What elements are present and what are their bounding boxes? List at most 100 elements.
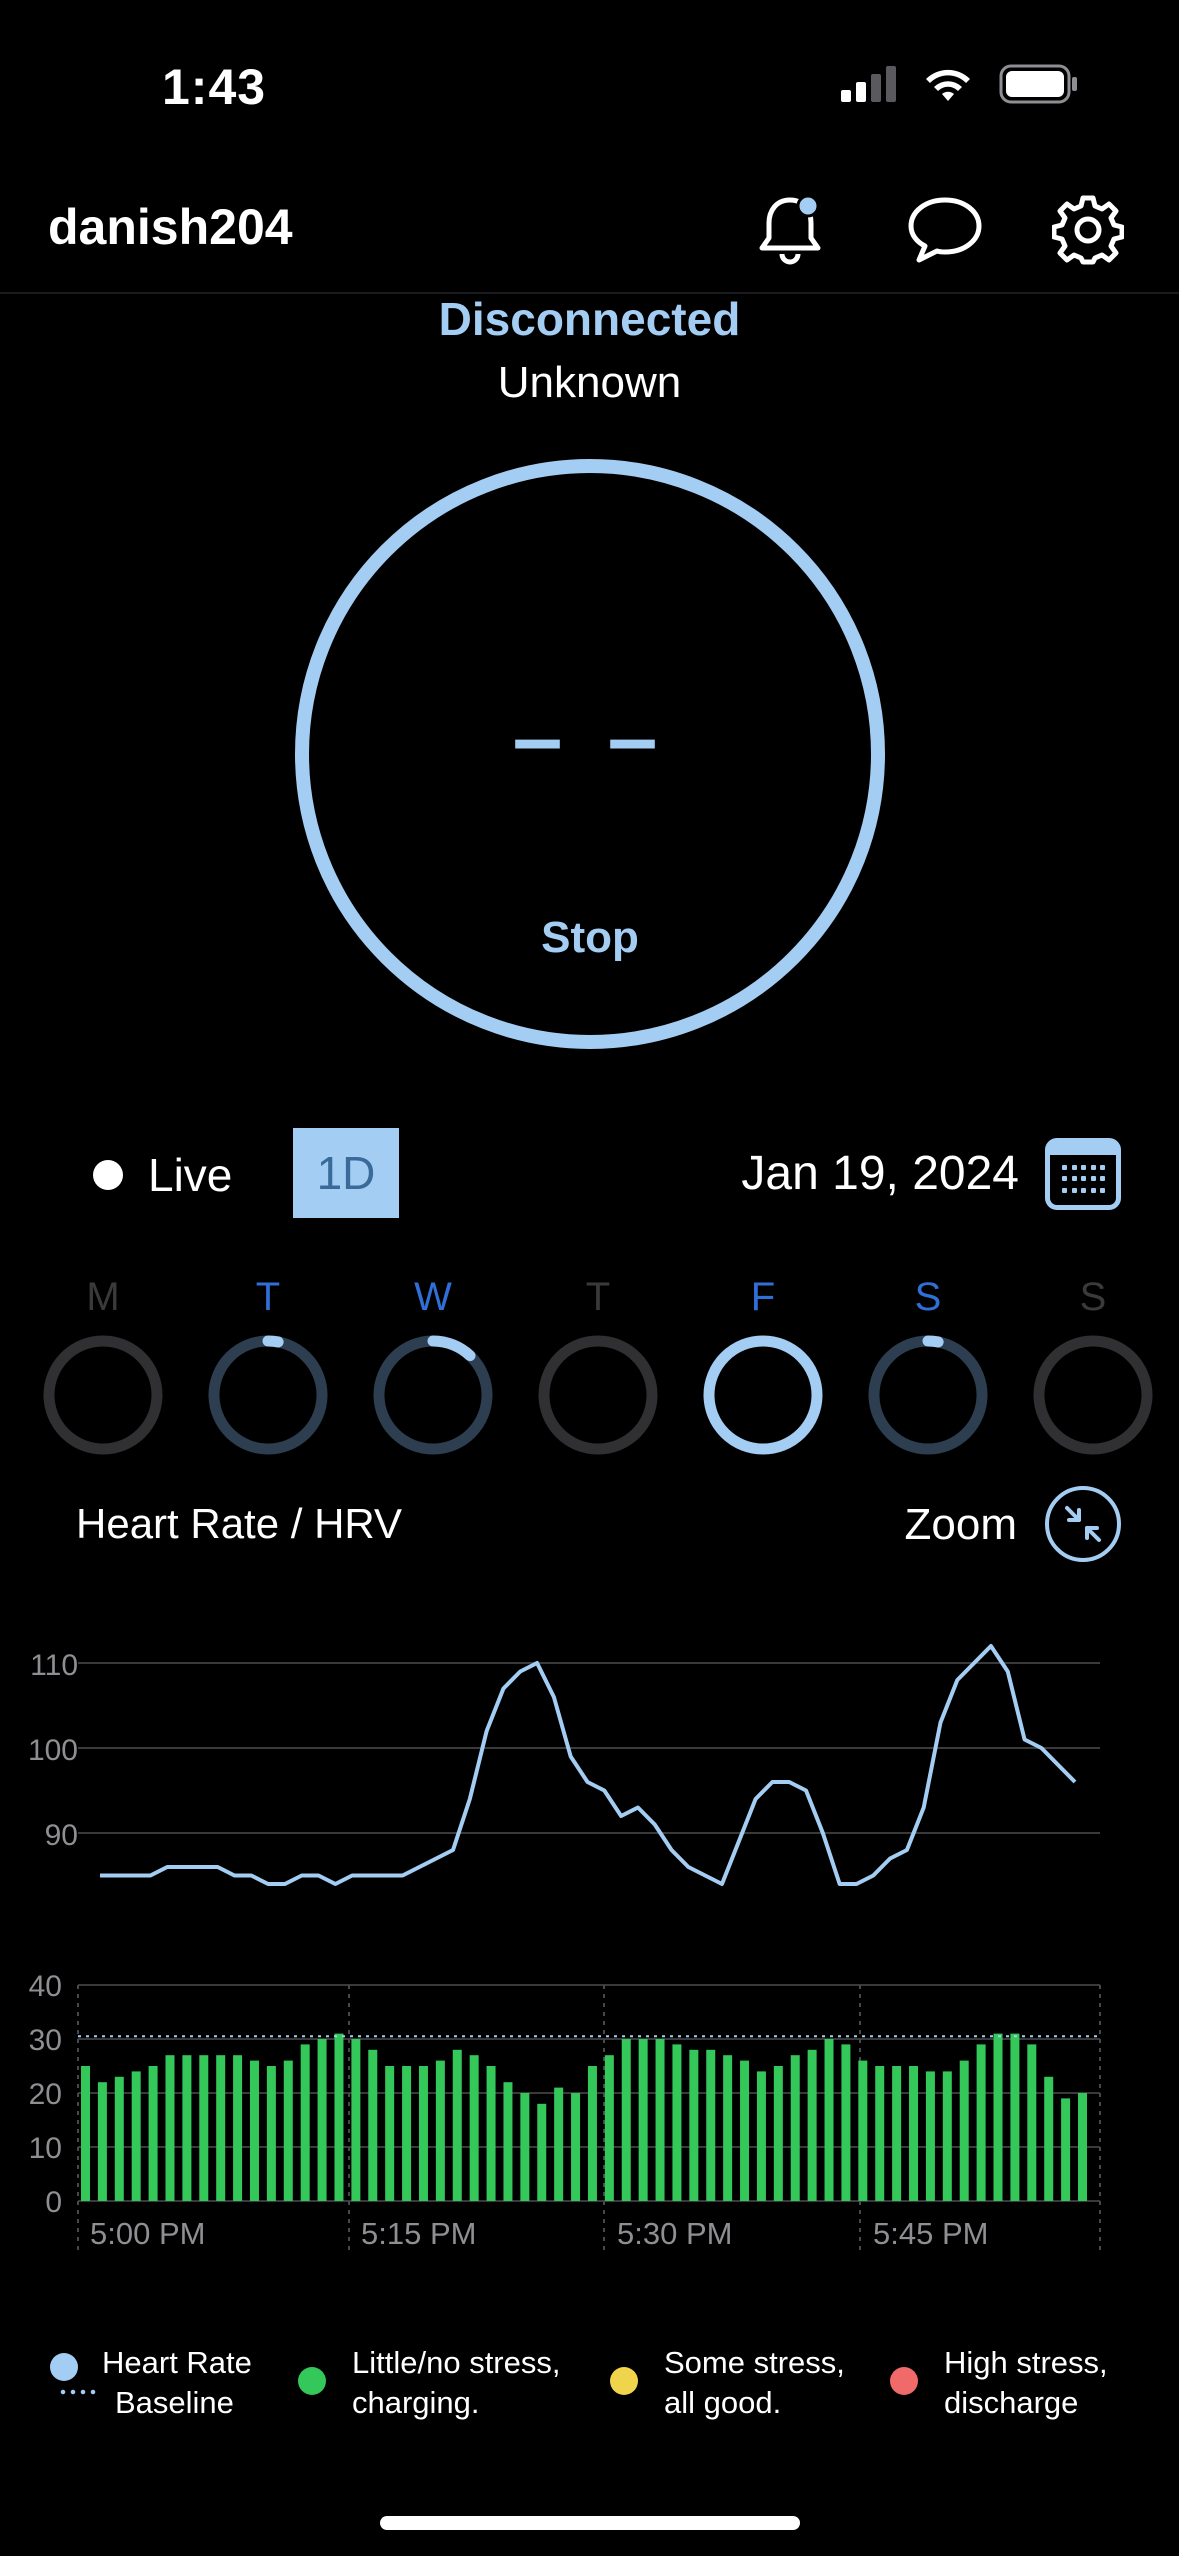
- day-progress-ring: [208, 1335, 328, 1455]
- time-axis-label: 5:45 PM: [873, 2216, 988, 2251]
- legend-red-dot: [890, 2367, 918, 2395]
- selected-date[interactable]: Jan 19, 2024: [741, 1146, 1019, 1201]
- heart-rate-ring[interactable]: – – Stop: [295, 459, 885, 1049]
- hrv-bar: [993, 2033, 1003, 2201]
- day-2[interactable]: W: [371, 1275, 495, 1462]
- hrv-bar: [114, 2076, 124, 2201]
- zoom-button[interactable]: [1045, 1486, 1121, 1562]
- hrv-bar: [723, 2055, 733, 2201]
- hrv-bar: [604, 2055, 614, 2201]
- hrv-bar: [790, 2055, 800, 2201]
- hrv-bar: [199, 2055, 209, 2201]
- hrv-bar: [587, 2066, 597, 2201]
- hrv-bar: [402, 2066, 412, 2201]
- notifications-button[interactable]: [750, 190, 830, 270]
- hrv-bar: [182, 2055, 192, 2201]
- hrv-bar: [81, 2066, 90, 2201]
- time-axis-label: 5:15 PM: [361, 2216, 476, 2251]
- chat-bubble-icon: [908, 197, 982, 263]
- day-4[interactable]: F: [701, 1275, 825, 1462]
- hrv-bar: [334, 2033, 344, 2201]
- chart-legend: Heart Rate Baseline Little/no stress, ch…: [0, 2345, 1179, 2445]
- time-axis-label: 5:30 PM: [617, 2216, 732, 2251]
- hrv-bar: [976, 2044, 986, 2201]
- hrv-tick-label: 20: [29, 2078, 62, 2111]
- hrv-bar: [418, 2066, 428, 2201]
- heart-rate-line: [100, 1644, 1077, 1886]
- live-dot-icon[interactable]: [93, 1160, 123, 1190]
- day-letter: S: [1079, 1275, 1107, 1319]
- range-controls: Live 1D Jan 19, 2024: [0, 1128, 1179, 1218]
- legend-high-stress-line2: discharge: [944, 2385, 1079, 2420]
- day-3[interactable]: T: [536, 1275, 660, 1462]
- hrv-bar: [503, 2082, 513, 2201]
- hrv-bar: [689, 2049, 699, 2201]
- legend-heart-rate-label: Heart Rate: [102, 2345, 252, 2380]
- hr-tick-label: 100: [28, 1734, 78, 1767]
- hrv-bar: [740, 2060, 750, 2201]
- hrv-bar: [266, 2066, 276, 2201]
- legend-some-stress-line2: all good.: [664, 2385, 782, 2420]
- hrv-bar: [385, 2066, 395, 2201]
- hrv-bar: [942, 2071, 952, 2201]
- legend-yellow-dot: [610, 2367, 638, 2395]
- hrv-bar: [1061, 2098, 1071, 2201]
- zoom-label: Zoom: [904, 1500, 1017, 1549]
- messages-button[interactable]: [905, 190, 985, 270]
- stop-button[interactable]: Stop: [309, 913, 871, 963]
- hrv-bar: [486, 2066, 496, 2201]
- day-progress-ring: [703, 1335, 823, 1455]
- day-progress-ring: [538, 1335, 658, 1455]
- hrv-bar: [554, 2087, 564, 2201]
- connection-status: Disconnected: [438, 293, 741, 345]
- day-5[interactable]: S: [866, 1275, 990, 1462]
- legend-green-dot: [298, 2367, 326, 2395]
- hr-tick-label: 90: [45, 1819, 78, 1852]
- hrv-bar: [148, 2066, 158, 2201]
- day-progress-ring: [43, 1335, 163, 1455]
- hrv-bar: [368, 2049, 378, 2201]
- battery-icon: [999, 64, 1077, 104]
- legend-little-stress-line2: charging.: [352, 2385, 480, 2420]
- hrv-bar: [858, 2060, 868, 2201]
- day-0[interactable]: M: [41, 1275, 165, 1462]
- day-1[interactable]: T: [206, 1275, 330, 1462]
- settings-button[interactable]: [1048, 190, 1128, 270]
- hrv-tick-label: 0: [45, 2186, 62, 2219]
- hrv-tick-label: 10: [29, 2132, 62, 2165]
- time-axis-label: 5:00 PM: [90, 2216, 205, 2251]
- hrv-bar: [925, 2071, 935, 2201]
- gear-icon: [1052, 195, 1124, 265]
- hrv-bar: [655, 2039, 665, 2201]
- range-1d-button[interactable]: 1D: [293, 1128, 399, 1218]
- legend-heart-rate-dot: [50, 2353, 78, 2381]
- hrv-bar: [452, 2049, 462, 2201]
- hrv-bar: [841, 2044, 851, 2201]
- legend-baseline-dots: [58, 2389, 98, 2395]
- hrv-bar: [1044, 2076, 1054, 2201]
- calendar-button[interactable]: [1045, 1138, 1121, 1210]
- hrv-bar: [351, 2039, 361, 2201]
- hrv-bar: [1010, 2033, 1020, 2201]
- day-progress-ring: [868, 1335, 988, 1455]
- hrv-bar: [165, 2055, 175, 2201]
- hrv-bar: [1027, 2044, 1037, 2201]
- hr-tick-label: 110: [30, 1649, 78, 1682]
- day-progress-ring: [1033, 1335, 1153, 1455]
- hrv-bar: [317, 2039, 327, 2201]
- live-toggle[interactable]: Live: [148, 1148, 232, 1202]
- chart-title: Heart Rate / HRV: [76, 1500, 403, 1547]
- day-6[interactable]: S: [1031, 1275, 1155, 1462]
- week-selector: MTWTFSS: [0, 1275, 1179, 1455]
- hrv-bar: [520, 2093, 530, 2201]
- hrv-bar: [537, 2103, 547, 2201]
- home-indicator: [380, 2516, 800, 2530]
- hrv-bar: [672, 2044, 682, 2201]
- username: danish204: [48, 199, 293, 255]
- hrv-bar: [216, 2055, 226, 2201]
- hrv-bar: [571, 2093, 581, 2201]
- day-letter: T: [585, 1275, 611, 1319]
- wifi-icon: [926, 69, 970, 101]
- legend-baseline-label: Baseline: [115, 2385, 234, 2420]
- collapse-arrows-icon: [1065, 1506, 1101, 1542]
